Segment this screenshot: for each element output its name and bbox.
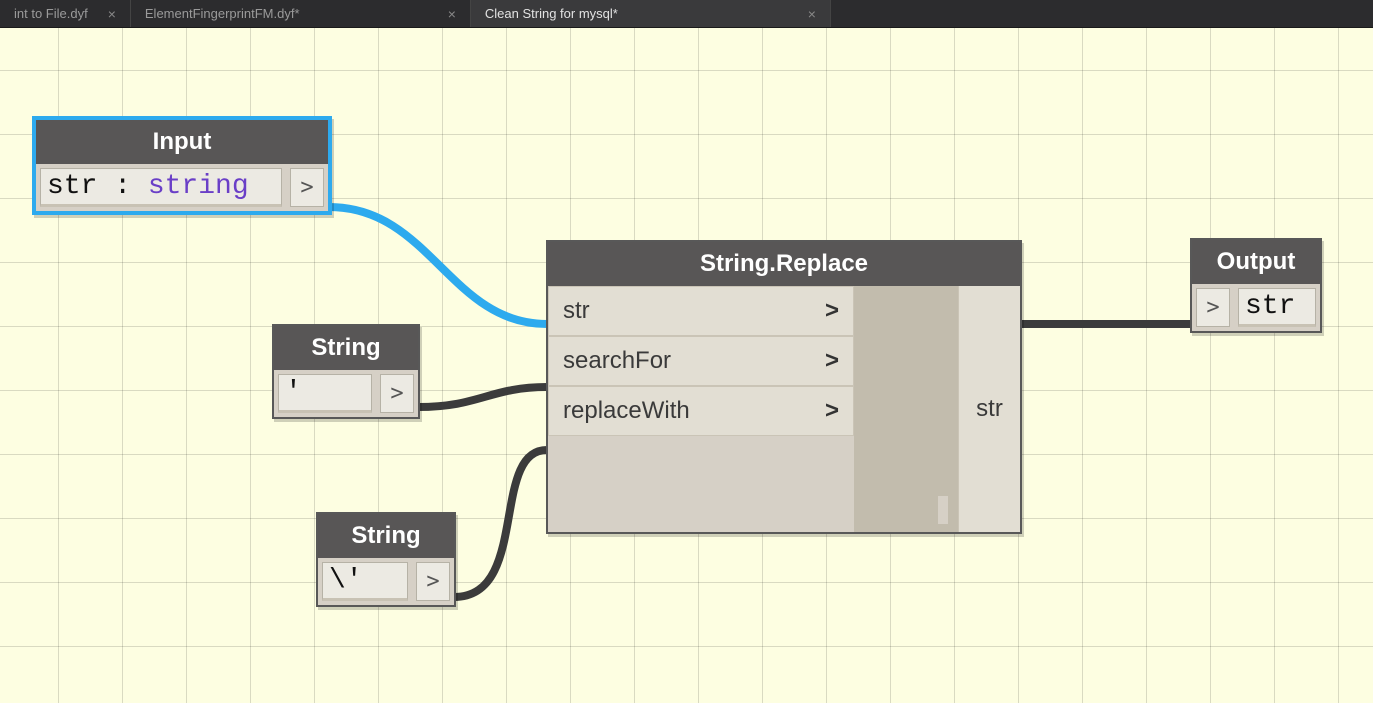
node-title: Input bbox=[36, 120, 328, 164]
output-value[interactable]: str bbox=[1238, 288, 1316, 327]
node-output[interactable]: Output > str bbox=[1190, 238, 1322, 333]
port-label: str bbox=[563, 297, 590, 325]
tab-bar: int to File.dyf × ElementFingerprintFM.d… bbox=[0, 0, 1373, 28]
resize-grip-icon[interactable] bbox=[938, 496, 948, 524]
port-replacewith[interactable]: replaceWith > bbox=[548, 386, 854, 436]
chevron-right-icon: > bbox=[825, 347, 839, 375]
input-port-list: str > searchFor > replaceWith > bbox=[548, 286, 854, 532]
chevron-right-icon: > bbox=[825, 297, 839, 325]
close-icon[interactable]: × bbox=[106, 5, 118, 23]
port-output-str[interactable]: str bbox=[958, 286, 1020, 532]
node-title: Output bbox=[1192, 240, 1320, 284]
chevron-right-icon: > bbox=[825, 397, 839, 425]
node-string-1[interactable]: String ' > bbox=[272, 324, 420, 419]
code-prefix: str : bbox=[47, 171, 148, 202]
port-str[interactable]: str > bbox=[548, 286, 854, 336]
port-searchfor[interactable]: searchFor > bbox=[548, 336, 854, 386]
tab-file-1[interactable]: int to File.dyf × bbox=[0, 0, 131, 27]
port-label: str bbox=[976, 395, 1003, 423]
input-port[interactable]: > bbox=[1196, 288, 1230, 327]
tab-label: int to File.dyf bbox=[14, 6, 88, 21]
graph-canvas[interactable]: Input str : string > String ' > String \… bbox=[0, 28, 1373, 703]
close-icon[interactable]: × bbox=[446, 5, 458, 23]
node-body-spacer bbox=[854, 286, 958, 532]
tab-file-3[interactable]: Clean String for mysql* × bbox=[471, 0, 831, 27]
node-title: String bbox=[318, 514, 454, 558]
tab-file-2[interactable]: ElementFingerprintFM.dyf* × bbox=[131, 0, 471, 27]
tab-label: ElementFingerprintFM.dyf* bbox=[145, 6, 300, 21]
input-code[interactable]: str : string bbox=[40, 168, 282, 207]
string-value[interactable]: ' bbox=[278, 374, 372, 413]
node-string-2[interactable]: String \' > bbox=[316, 512, 456, 607]
node-input[interactable]: Input str : string > bbox=[32, 116, 332, 215]
node-title: String.Replace bbox=[548, 242, 1020, 286]
tab-label: Clean String for mysql* bbox=[485, 6, 618, 21]
output-port[interactable]: > bbox=[290, 168, 324, 207]
string-value[interactable]: \' bbox=[322, 562, 408, 601]
port-label: replaceWith bbox=[563, 397, 690, 425]
node-title: String bbox=[274, 326, 418, 370]
output-port[interactable]: > bbox=[416, 562, 450, 601]
code-type: string bbox=[148, 171, 249, 202]
node-string-replace[interactable]: String.Replace str > searchFor > replace… bbox=[546, 240, 1022, 534]
close-icon[interactable]: × bbox=[806, 5, 818, 23]
output-port[interactable]: > bbox=[380, 374, 414, 413]
port-label: searchFor bbox=[563, 347, 671, 375]
